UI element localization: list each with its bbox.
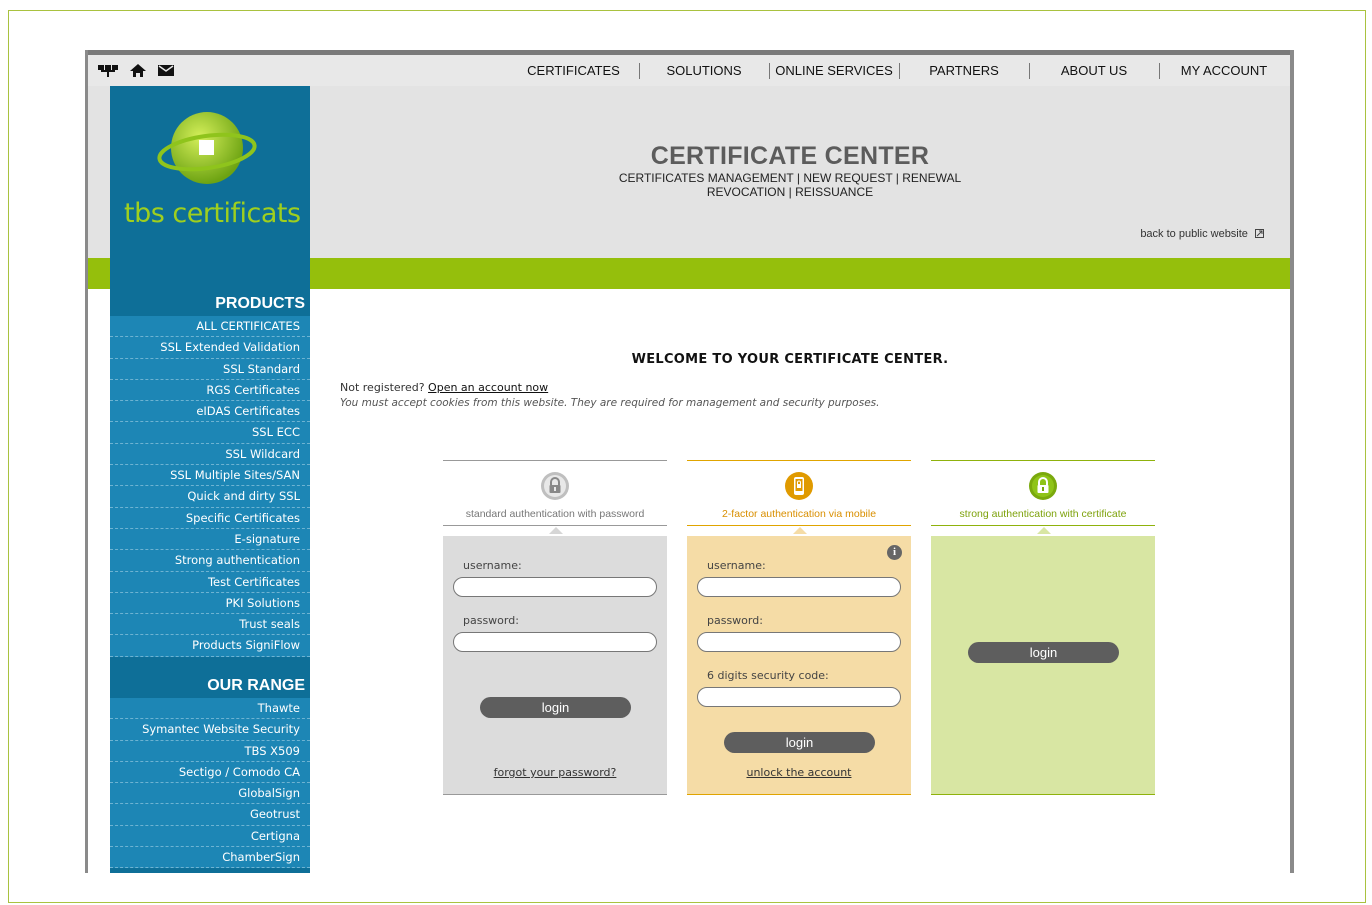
twofactor-password-input[interactable] (697, 632, 901, 652)
strong-auth-label: strong authentication with certificate (959, 508, 1127, 520)
twofactor-auth-header: 2-factor authentication via mobile (687, 460, 911, 526)
not-registered-line: Not registered? Open an account now (340, 381, 548, 394)
lock-icon (541, 472, 569, 500)
right-border (1290, 50, 1294, 873)
standard-login-button[interactable]: login (480, 697, 631, 718)
info-icon[interactable]: i (887, 545, 902, 560)
range-menu: OUR RANGE Thawte Symantec Website Securi… (110, 674, 310, 869)
sidebar-item-symantec[interactable]: Symantec Website Security (110, 719, 310, 741)
twofactor-login-button[interactable]: login (724, 732, 875, 753)
unlock-account-link[interactable]: unlock the account (687, 766, 911, 779)
twofactor-arrow (793, 527, 807, 534)
strong-login-button[interactable]: login (968, 642, 1119, 663)
sidebar-item-all-certificates[interactable]: ALL CERTIFICATES (110, 316, 310, 338)
standard-username-input[interactable] (453, 577, 657, 597)
twofactor-auth-form: i username: password: 6 digits security … (687, 536, 911, 795)
top-icons (98, 64, 174, 77)
logo-brand-text: tbs certificats (124, 198, 301, 229)
twofactor-username-input[interactable] (697, 577, 901, 597)
title-block: CERTIFICATE CENTER CERTIFICATES MANAGEME… (310, 142, 1270, 199)
top-bar: CERTIFICATES SOLUTIONS ONLINE SERVICES P… (88, 55, 1290, 86)
strong-arrow (1037, 527, 1051, 534)
home-icon[interactable] (130, 64, 146, 77)
strong-auth-form: login (931, 536, 1155, 795)
forgot-password-link[interactable]: forgot your password? (443, 766, 667, 779)
standard-password-input[interactable] (453, 632, 657, 652)
twofactor-auth-panel: 2-factor authentication via mobile i use… (687, 460, 911, 795)
range-heading: OUR RANGE (207, 677, 305, 694)
sidebar-item-tbs-x509[interactable]: TBS X509 (110, 740, 310, 762)
security-code-label: 6 digits security code: (707, 669, 829, 682)
nav-about-us[interactable]: ABOUT US (1029, 55, 1159, 86)
sidebar-item-ssl-ev[interactable]: SSL Extended Validation (110, 337, 310, 359)
sidebar-item-thawte[interactable]: Thawte (110, 698, 310, 720)
sidebar-item-geotrust[interactable]: Geotrust (110, 804, 310, 826)
nav-solutions[interactable]: SOLUTIONS (639, 55, 769, 86)
twofactor-auth-label: 2-factor authentication via mobile (721, 508, 877, 520)
not-registered-text: Not registered? (340, 381, 425, 394)
sidebar-item-eidas[interactable]: eIDAS Certificates (110, 401, 310, 423)
sidebar-item-trust-seals[interactable]: Trust seals (110, 614, 310, 636)
standard-username-label: username: (463, 559, 522, 572)
open-account-link[interactable]: Open an account now (428, 381, 548, 394)
sidebar-item-quick-ssl[interactable]: Quick and dirty SSL (110, 486, 310, 508)
top-nav: CERTIFICATES SOLUTIONS ONLINE SERVICES P… (508, 55, 1289, 86)
header-subtitle-2: REVOCATION | REISSUANCE (706, 185, 874, 199)
sidebar-item-pki[interactable]: PKI Solutions (110, 592, 310, 615)
left-border (85, 50, 88, 873)
back-link-label: back to public website (1140, 228, 1248, 240)
logo-globe-icon (157, 112, 257, 184)
standard-arrow (549, 527, 563, 534)
sidebar-item-strong-auth[interactable]: Strong authentication (110, 550, 310, 572)
nav-online-services[interactable]: ONLINE SERVICES (769, 55, 899, 86)
page: CERTIFICATES SOLUTIONS ONLINE SERVICES P… (85, 50, 1294, 873)
sitemap-icon[interactable] (98, 64, 118, 77)
sidebar-item-sectigo[interactable]: Sectigo / Comodo CA (110, 761, 310, 784)
sidebar-item-chambersign[interactable]: ChamberSign (110, 847, 310, 869)
sidebar-item-ssl-san[interactable]: SSL Multiple Sites/SAN (110, 465, 310, 487)
welcome-heading: WELCOME TO YOUR CERTIFICATE CENTER. (631, 352, 949, 367)
external-link-icon (1255, 229, 1264, 238)
mail-icon[interactable] (158, 65, 174, 76)
standard-auth-form: username: password: login forgot your pa… (443, 536, 667, 795)
nav-partners[interactable]: PARTNERS (899, 55, 1029, 86)
standard-auth-panel: standard authentication with password us… (443, 460, 667, 795)
sidebar-item-e-signature[interactable]: E-signature (110, 528, 310, 551)
nav-certificates[interactable]: CERTIFICATES (508, 55, 639, 86)
sidebar-item-specific[interactable]: Specific Certificates (110, 507, 310, 529)
mobile-lock-icon (785, 472, 813, 500)
logo[interactable]: tbs certificats (110, 86, 310, 266)
sidebar-item-signiflow[interactable]: Products SigniFlow (110, 635, 310, 657)
header-subtitle-1: CERTIFICATES MANAGEMENT | NEW REQUEST | … (618, 171, 962, 185)
twofactor-password-label: password: (707, 614, 763, 627)
sidebar-item-rgs[interactable]: RGS Certificates (110, 379, 310, 402)
sidebar-item-certigna[interactable]: Certigna (110, 825, 310, 848)
sidebar-item-ssl-ecc[interactable]: SSL ECC (110, 422, 310, 444)
security-code-input[interactable] (697, 687, 901, 707)
twofactor-username-label: username: (707, 559, 766, 572)
standard-auth-label: standard authentication with password (465, 508, 645, 520)
green-lock-icon (1029, 472, 1057, 500)
strong-auth-panel: strong authentication with certificate l… (931, 460, 1155, 795)
page-title: CERTIFICATE CENTER (650, 142, 930, 170)
nav-my-account[interactable]: MY ACCOUNT (1159, 55, 1289, 86)
sidebar-item-ssl-standard[interactable]: SSL Standard (110, 358, 310, 380)
standard-password-label: password: (463, 614, 519, 627)
products-menu: PRODUCTS ALL CERTIFICATES SSL Extended V… (110, 292, 310, 657)
standard-auth-header: standard authentication with password (443, 460, 667, 526)
products-heading: PRODUCTS (215, 295, 305, 312)
strong-auth-header: strong authentication with certificate (931, 460, 1155, 526)
sidebar: tbs certificats PRODUCTS ALL CERTIFICATE… (110, 86, 310, 873)
back-to-public-link[interactable]: back to public website (1140, 228, 1264, 240)
sidebar-item-ssl-wildcard[interactable]: SSL Wildcard (110, 443, 310, 466)
cookies-notice: You must accept cookies from this websit… (340, 397, 880, 409)
sidebar-item-globalsign[interactable]: GlobalSign (110, 783, 310, 805)
sidebar-item-test[interactable]: Test Certificates (110, 571, 310, 593)
